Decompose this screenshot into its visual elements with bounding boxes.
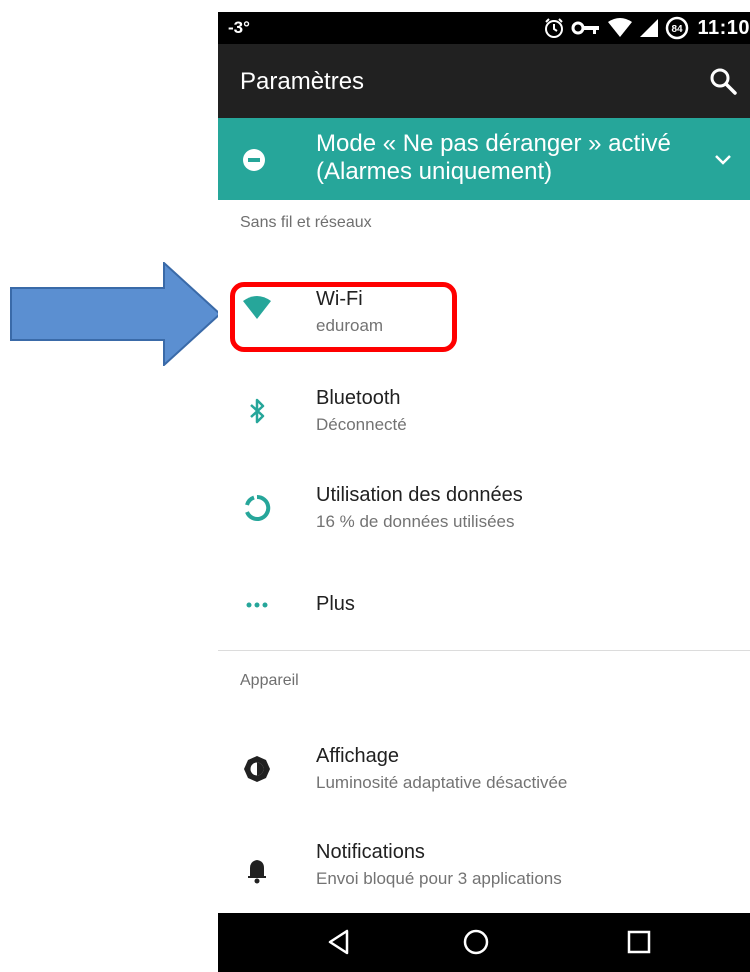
- section-header-wireless: Sans fil et réseaux: [240, 214, 372, 231]
- wifi-highlight-box: [230, 282, 457, 352]
- vpn-key-icon: [571, 21, 600, 35]
- back-triangle-icon[interactable]: [325, 927, 355, 957]
- app-toolbar: Paramètres: [218, 44, 750, 118]
- data-usage-title: Utilisation des données: [316, 484, 523, 506]
- navigation-bar: [218, 913, 750, 972]
- chevron-down-icon[interactable]: [712, 148, 734, 170]
- notifications-title: Notifications: [316, 841, 425, 863]
- status-bar: -3° 84 11:10: [218, 12, 750, 44]
- settings-item-display[interactable]: Affichage Luminosité adaptative désactiv…: [218, 728, 750, 816]
- settings-item-notifications[interactable]: Notifications Envoi bloqué pour 3 applic…: [218, 826, 750, 914]
- settings-item-data-usage[interactable]: Utilisation des données 16 % de données …: [218, 468, 750, 556]
- display-subtitle: Luminosité adaptative désactivée: [316, 773, 568, 792]
- home-circle-icon[interactable]: [461, 927, 491, 957]
- temperature-indicator: -3°: [228, 18, 250, 37]
- wifi-signal-icon: [608, 18, 633, 37]
- bluetooth-icon: [250, 398, 265, 424]
- more-title: Plus: [316, 593, 355, 615]
- section-header-device: Appareil: [240, 672, 299, 689]
- more-dots-icon: [246, 602, 268, 608]
- phone-screen: -3° 84 11:10 Paramètres Mode « Ne pas dé…: [218, 12, 750, 972]
- search-icon[interactable]: [708, 66, 738, 96]
- settings-item-bluetooth[interactable]: Bluetooth Déconnecté: [218, 370, 750, 458]
- recents-square-icon[interactable]: [624, 927, 654, 957]
- notifications-subtitle: Envoi bloqué pour 3 applications: [316, 869, 562, 888]
- data-usage-icon: [245, 494, 271, 521]
- page-title: Paramètres: [240, 68, 365, 95]
- do-not-disturb-banner[interactable]: Mode « Ne pas déranger » activé (Alarmes…: [218, 118, 750, 200]
- section-divider: [218, 650, 750, 651]
- battery-level: 84: [672, 24, 684, 35]
- annotation-arrow: [10, 262, 222, 366]
- do-not-disturb-text: Mode « Ne pas déranger » activé (Alarmes…: [316, 130, 671, 185]
- bluetooth-subtitle: Déconnecté: [316, 415, 407, 434]
- display-title: Affichage: [316, 745, 400, 767]
- do-not-disturb-icon: [243, 149, 265, 171]
- status-clock: 11:10: [697, 16, 750, 39]
- data-usage-subtitle: 16 % de données utilisées: [316, 512, 515, 531]
- battery-84-icon: 84: [666, 16, 689, 40]
- cell-signal-icon: [640, 19, 659, 37]
- alarm-icon: [545, 18, 564, 38]
- bluetooth-title: Bluetooth: [316, 387, 401, 409]
- brightness-icon: [244, 756, 270, 782]
- settings-item-more[interactable]: Plus: [218, 560, 750, 648]
- bell-icon: [248, 860, 266, 884]
